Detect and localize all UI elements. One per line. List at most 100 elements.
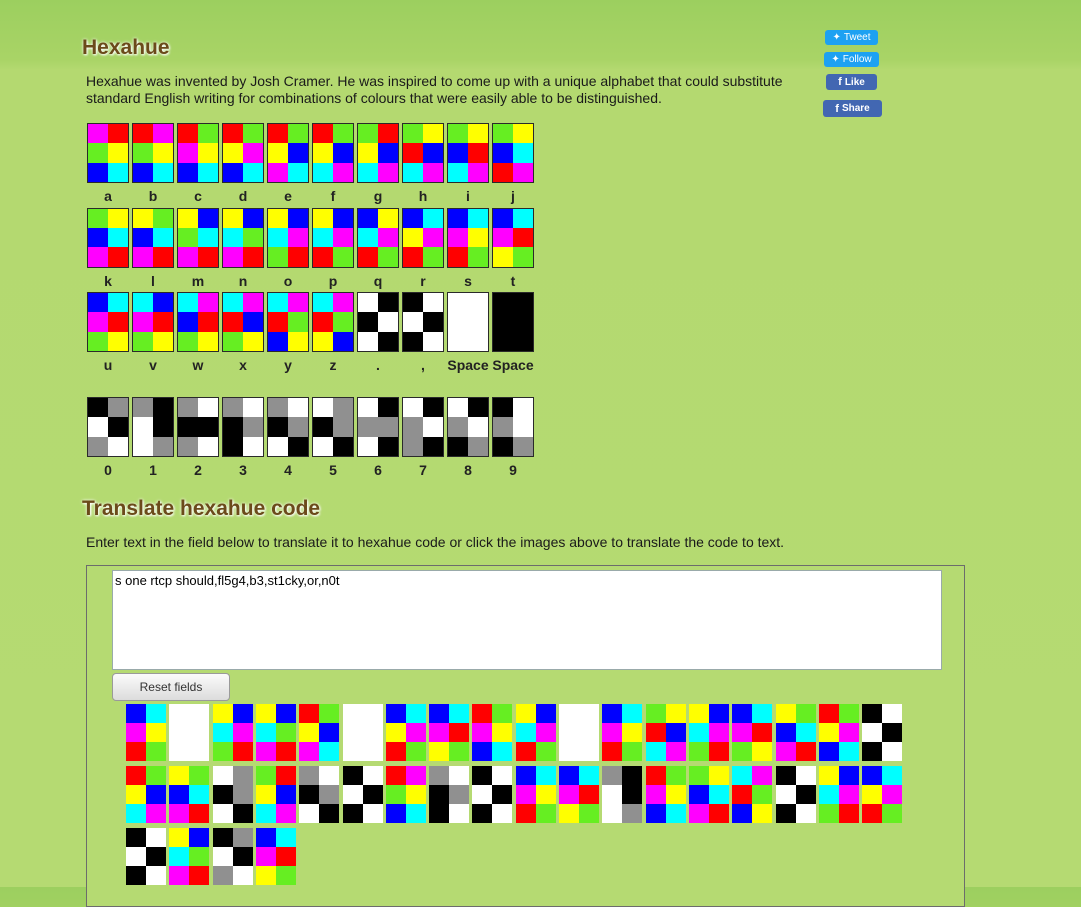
glyph-tile[interactable]	[447, 292, 489, 352]
glyph-tile[interactable]	[312, 207, 354, 268]
tweet-button[interactable]: ✦ Tweet	[825, 30, 878, 45]
glyph-cell-8[interactable]: 8	[447, 397, 489, 479]
glyph-tile[interactable]	[402, 292, 444, 352]
glyph-label: q	[373, 272, 383, 289]
glyph-tile[interactable]	[447, 207, 489, 268]
glyph-tile[interactable]	[177, 207, 219, 268]
glyph-tile[interactable]	[132, 292, 174, 352]
follow-button[interactable]: ✦ Follow	[824, 52, 879, 67]
glyph-cell-y[interactable]: y	[267, 292, 309, 374]
glyph-label: u	[103, 357, 113, 373]
glyph-tile[interactable]	[357, 397, 399, 457]
glyph-tile[interactable]	[267, 292, 309, 352]
output-glyph	[862, 766, 903, 823]
glyph-cell-m[interactable]: m	[177, 207, 219, 290]
glyph-tile[interactable]	[222, 207, 264, 268]
glyph-cell-g[interactable]: g	[357, 123, 399, 205]
glyph-cell-t[interactable]: t	[492, 207, 534, 290]
glyph-tile[interactable]	[402, 207, 444, 268]
glyph-cell-3[interactable]: 3	[222, 397, 264, 479]
glyph-cell-v[interactable]: v	[132, 292, 174, 374]
glyph-cell-0[interactable]: 0	[87, 397, 129, 479]
glyph-tile[interactable]	[447, 397, 489, 457]
glyph-cell-9[interactable]: 9	[492, 397, 534, 479]
reset-fields-button[interactable]: Reset fields	[112, 673, 230, 701]
glyph-tile[interactable]	[357, 292, 399, 352]
glyph-label: y	[284, 357, 292, 373]
glyph-cell-h[interactable]: h	[402, 123, 444, 205]
glyph-cell-f[interactable]: f	[312, 123, 354, 205]
glyph-tile[interactable]	[132, 207, 174, 268]
output-glyph	[732, 766, 773, 823]
glyph-cell-6[interactable]: 6	[357, 397, 399, 479]
like-button[interactable]: f Like	[826, 74, 877, 90]
glyph-tile[interactable]	[447, 123, 489, 183]
glyph-tile[interactable]	[222, 292, 264, 352]
glyph-cell-k[interactable]: k	[87, 207, 129, 290]
glyph-tile[interactable]	[222, 123, 264, 183]
glyph-tile[interactable]	[357, 207, 399, 268]
glyph-cell-b[interactable]: b	[132, 123, 174, 205]
glyph-cell-a[interactable]: a	[87, 123, 129, 205]
glyph-tile[interactable]	[267, 207, 309, 268]
glyph-cell-s[interactable]: s	[447, 207, 489, 290]
glyph-tile[interactable]	[87, 123, 129, 183]
share-button[interactable]: f Share	[823, 100, 882, 117]
glyph-cell-i[interactable]: i	[447, 123, 489, 205]
glyph-tile[interactable]	[177, 397, 219, 457]
glyph-tile[interactable]	[267, 123, 309, 183]
glyph-cell-c[interactable]: c	[177, 123, 219, 205]
glyph-label: i	[466, 188, 470, 204]
glyph-label: Space	[492, 357, 534, 373]
glyph-tile[interactable]	[132, 397, 174, 457]
glyph-tile[interactable]	[87, 292, 129, 352]
glyph-label: l	[151, 272, 155, 289]
glyph-tile[interactable]	[312, 397, 354, 457]
glyph-tile[interactable]	[177, 123, 219, 183]
glyph-cell-1[interactable]: 1	[132, 397, 174, 479]
glyph-label: b	[148, 188, 158, 204]
glyph-cell-space[interactable]: Space	[447, 292, 489, 374]
glyph-cell-j[interactable]: j	[492, 123, 534, 205]
glyph-cell-z[interactable]: z	[312, 292, 354, 374]
glyph-cell-u[interactable]: u	[87, 292, 129, 374]
glyph-label: f	[330, 188, 336, 204]
glyph-cell-d[interactable]: d	[222, 123, 264, 205]
glyph-tile[interactable]	[492, 123, 534, 183]
glyph-cell-5[interactable]: 5	[312, 397, 354, 479]
glyph-tile[interactable]	[87, 397, 129, 457]
glyph-cell-q[interactable]: q	[357, 207, 399, 290]
translate-title: Translate hexahue code	[82, 497, 321, 520]
glyph-cell-n[interactable]: n	[222, 207, 264, 290]
glyph-cell-space[interactable]: Space	[492, 292, 534, 374]
glyph-tile[interactable]	[177, 292, 219, 352]
glyph-cell-7[interactable]: 7	[402, 397, 444, 479]
page-title: Hexahue	[82, 36, 170, 59]
glyph-cell-e[interactable]: e	[267, 123, 309, 205]
glyph-tile[interactable]	[357, 123, 399, 183]
glyph-cell-o[interactable]: o	[267, 207, 309, 290]
glyph-tile[interactable]	[87, 207, 129, 268]
glyph-cell-r[interactable]: r	[402, 207, 444, 290]
glyph-tile[interactable]	[492, 292, 534, 352]
glyph-cell-comma[interactable]: ,	[402, 292, 444, 374]
translate-input[interactable]	[112, 570, 942, 670]
glyph-cell-x[interactable]: x	[222, 292, 264, 374]
glyph-cell-w[interactable]: w	[177, 292, 219, 374]
glyph-tile[interactable]	[402, 397, 444, 457]
glyph-cell-period[interactable]: .	[357, 292, 399, 374]
output-glyph	[169, 828, 210, 885]
glyph-cell-2[interactable]: 2	[177, 397, 219, 479]
glyph-tile[interactable]	[312, 123, 354, 183]
glyph-tile[interactable]	[312, 292, 354, 352]
glyph-tile[interactable]	[132, 123, 174, 183]
glyph-label: x	[239, 357, 247, 373]
glyph-cell-l[interactable]: l	[132, 207, 174, 290]
glyph-cell-p[interactable]: p	[312, 207, 354, 290]
glyph-cell-4[interactable]: 4	[267, 397, 309, 479]
glyph-tile[interactable]	[402, 123, 444, 183]
glyph-tile[interactable]	[222, 397, 264, 457]
glyph-tile[interactable]	[492, 207, 534, 268]
glyph-tile[interactable]	[267, 397, 309, 457]
glyph-tile[interactable]	[492, 397, 534, 457]
